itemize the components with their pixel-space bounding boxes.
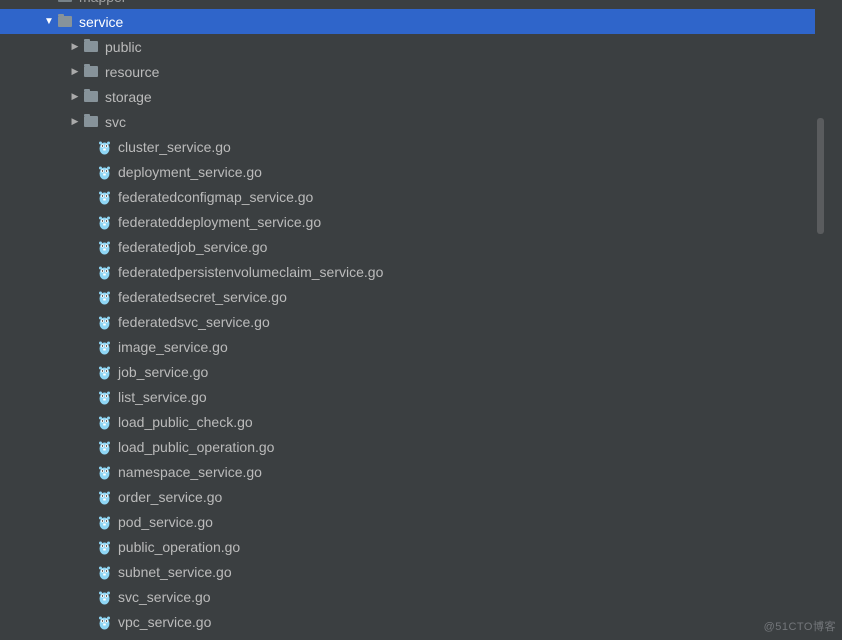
- file-tree: mapper service public resource storage s…: [0, 0, 824, 640]
- go-file-icon: [98, 189, 111, 205]
- tree-folder-resource[interactable]: resource: [0, 59, 824, 84]
- file-label: deployment_service.go: [118, 164, 262, 180]
- tree-folder-mapper[interactable]: mapper: [0, 0, 824, 9]
- file-label: job_service.go: [118, 364, 208, 380]
- file-label: federatedsecret_service.go: [118, 289, 287, 305]
- folder-label: public: [105, 39, 142, 55]
- file-label: subnet_service.go: [118, 564, 232, 580]
- tree-folder-storage[interactable]: storage: [0, 84, 824, 109]
- tree-file[interactable]: federatedpersistenvolumeclaim_service.go: [0, 259, 824, 284]
- tree-file[interactable]: order_service.go: [0, 484, 824, 509]
- tree-file[interactable]: public_operation.go: [0, 534, 824, 559]
- tree-file[interactable]: deployment_service.go: [0, 159, 824, 184]
- tree-file[interactable]: list_service.go: [0, 384, 824, 409]
- folder-icon: [84, 116, 98, 127]
- go-file-icon: [98, 539, 111, 555]
- arrow-down-icon[interactable]: [42, 16, 56, 27]
- tree-file[interactable]: federatedsvc_service.go: [0, 309, 824, 334]
- go-file-icon: [98, 314, 111, 330]
- tree-file[interactable]: vpc_service.go: [0, 609, 824, 634]
- watermark-text: @51CTO博客: [764, 618, 836, 634]
- tree-file[interactable]: federatedjob_service.go: [0, 234, 824, 259]
- file-label: federatedconfigmap_service.go: [118, 189, 313, 205]
- scrollbar-thumb[interactable]: [817, 118, 824, 234]
- arrow-right-icon[interactable]: [42, 0, 56, 2]
- go-file-icon: [98, 464, 111, 480]
- folder-label: service: [79, 14, 123, 30]
- tree-file[interactable]: cluster_service.go: [0, 134, 824, 159]
- folder-label: svc: [105, 114, 126, 130]
- folder-icon: [84, 91, 98, 102]
- go-file-icon: [98, 239, 111, 255]
- tree-file[interactable]: pod_service.go: [0, 509, 824, 534]
- scrollbar-track[interactable]: [815, 0, 826, 640]
- file-label: load_public_operation.go: [118, 439, 274, 455]
- file-label: federatedpersistenvolumeclaim_service.go: [118, 264, 383, 280]
- file-label: vpc_service.go: [118, 614, 211, 630]
- tree-folder-public[interactable]: public: [0, 34, 824, 59]
- file-label: federatedsvc_service.go: [118, 314, 270, 330]
- folder-label: storage: [105, 89, 152, 105]
- go-file-icon: [98, 614, 111, 630]
- folder-icon: [58, 16, 72, 27]
- go-file-icon: [98, 264, 111, 280]
- go-file-icon: [98, 139, 111, 155]
- tree-file[interactable]: federatedsecret_service.go: [0, 284, 824, 309]
- tree-file[interactable]: subnet_service.go: [0, 559, 824, 584]
- file-label: image_service.go: [118, 339, 228, 355]
- tree-file[interactable]: federatedconfigmap_service.go: [0, 184, 824, 209]
- tree-file[interactable]: load_public_check.go: [0, 409, 824, 434]
- file-label: load_public_check.go: [118, 414, 253, 430]
- tree-folder-service[interactable]: service: [0, 9, 824, 34]
- go-file-icon: [98, 164, 111, 180]
- arrow-right-icon[interactable]: [68, 41, 82, 52]
- tree-file[interactable]: image_service.go: [0, 334, 824, 359]
- folder-icon: [84, 66, 98, 77]
- go-file-icon: [98, 389, 111, 405]
- go-file-icon: [98, 489, 111, 505]
- arrow-right-icon[interactable]: [68, 91, 82, 102]
- tree-file[interactable]: svc_service.go: [0, 584, 824, 609]
- folder-icon: [58, 0, 72, 2]
- folder-icon: [84, 41, 98, 52]
- file-label: list_service.go: [118, 389, 207, 405]
- go-file-icon: [98, 564, 111, 580]
- arrow-right-icon[interactable]: [68, 66, 82, 77]
- tree-file[interactable]: job_service.go: [0, 359, 824, 384]
- go-file-icon: [98, 439, 111, 455]
- tree-file[interactable]: namespace_service.go: [0, 459, 824, 484]
- tree-folder-svc[interactable]: svc: [0, 109, 824, 134]
- tree-file[interactable]: federateddeployment_service.go: [0, 209, 824, 234]
- file-label: svc_service.go: [118, 589, 211, 605]
- file-label: pod_service.go: [118, 514, 213, 530]
- tree-file[interactable]: load_public_operation.go: [0, 434, 824, 459]
- go-file-icon: [98, 589, 111, 605]
- file-label: federatedjob_service.go: [118, 239, 267, 255]
- folder-label: resource: [105, 64, 159, 80]
- file-label: namespace_service.go: [118, 464, 262, 480]
- go-file-icon: [98, 289, 111, 305]
- file-label: order_service.go: [118, 489, 222, 505]
- go-file-icon: [98, 214, 111, 230]
- file-label: public_operation.go: [118, 539, 240, 555]
- folder-label: mapper: [79, 0, 126, 5]
- go-file-icon: [98, 414, 111, 430]
- file-label: federateddeployment_service.go: [118, 214, 321, 230]
- go-file-icon: [98, 339, 111, 355]
- go-file-icon: [98, 364, 111, 380]
- file-label: cluster_service.go: [118, 139, 231, 155]
- go-file-icon: [98, 514, 111, 530]
- arrow-right-icon[interactable]: [68, 116, 82, 127]
